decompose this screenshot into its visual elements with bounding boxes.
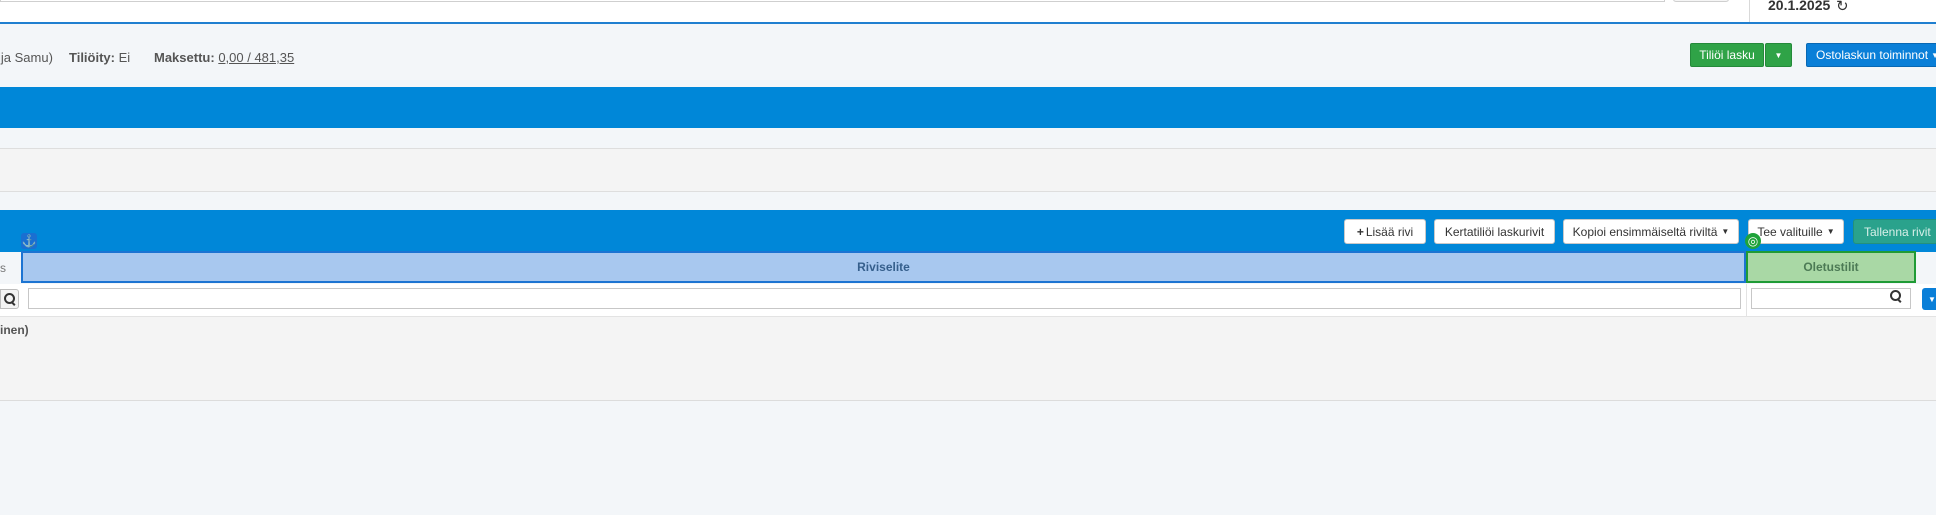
table-row-text: inen)	[0, 323, 29, 337]
tee-valituille-button[interactable]: Tee valituille ▼	[1748, 219, 1844, 244]
riviselite-filter-input[interactable]	[28, 288, 1741, 309]
column-header-oletustilit[interactable]: Oletustilit	[1746, 251, 1916, 283]
search-icon	[3, 293, 16, 305]
kertatilioi-button[interactable]: Kertatiliöi laskurivit	[1434, 219, 1555, 244]
tilioi-lasku-dropdown[interactable]: ▼	[1765, 43, 1792, 67]
tilioity-value: Ei	[118, 50, 131, 65]
kopioi-label: Kopioi ensimmäiseltä riviltä	[1572, 224, 1718, 239]
ostolaskun-toiminnot-label: Ostolaskun toiminnot	[1816, 48, 1929, 62]
tee-valituille-label: Tee valituille	[1757, 224, 1823, 239]
header-date: 20.1.2025	[1768, 0, 1831, 13]
section-gray-band	[0, 148, 1936, 192]
caret-down-icon: ▼	[1721, 227, 1730, 236]
maksettu-label: Maksettu:	[154, 50, 215, 65]
plus-icon: +	[1356, 224, 1364, 239]
anchor-icon[interactable]: ⚓	[21, 233, 37, 249]
filter-dropdown-button[interactable]: ▼	[1922, 288, 1936, 310]
caret-down-icon: ▼	[1928, 294, 1936, 304]
maksettu-status: Maksettu: 0,00 / 481,35	[154, 50, 294, 65]
column-separator	[1746, 284, 1747, 316]
add-row-label: Lisää rivi	[1365, 224, 1414, 239]
target-icon[interactable]: ◎	[1745, 233, 1761, 249]
table-body	[0, 317, 1936, 401]
oletustilit-filter-input[interactable]	[1751, 288, 1911, 309]
search-icon[interactable]	[1890, 290, 1902, 305]
page-bottom-area	[0, 401, 1936, 515]
refresh-icon[interactable]: ↻	[1836, 0, 1849, 15]
add-row-button[interactable]: + Lisää rivi	[1344, 219, 1426, 244]
tilioi-lasku-button[interactable]: Tiliöi lasku	[1690, 43, 1764, 67]
search-button[interactable]	[0, 289, 19, 309]
top-strip	[0, 0, 1936, 24]
kopioi-button[interactable]: Kopioi ensimmäiseltä riviltä ▼	[1563, 219, 1739, 244]
top-divider	[1749, 0, 1750, 22]
maksettu-link[interactable]: 0,00 / 481,35	[218, 50, 294, 65]
top-text-input[interactable]	[0, 0, 1665, 2]
caret-down-icon: ▼	[1931, 50, 1936, 60]
caret-down-icon: ▼	[1774, 50, 1783, 60]
column-header-edge: s	[0, 261, 6, 275]
tilioity-label: Tiliöity:	[69, 50, 115, 65]
caret-down-icon: ▼	[1826, 227, 1835, 236]
top-small-button[interactable]	[1673, 0, 1729, 2]
approver-text: ija Samu)	[0, 50, 53, 65]
save-rows-button[interactable]: Tallenna rivit	[1853, 219, 1936, 244]
tilioity-status: Tiliöity: Ei	[69, 50, 130, 65]
section-header-bar	[0, 87, 1936, 128]
ostolaskun-toiminnot-button[interactable]: Ostolaskun toiminnot ▼	[1806, 43, 1936, 67]
column-header-riviselite[interactable]: Riviselite	[21, 251, 1746, 283]
